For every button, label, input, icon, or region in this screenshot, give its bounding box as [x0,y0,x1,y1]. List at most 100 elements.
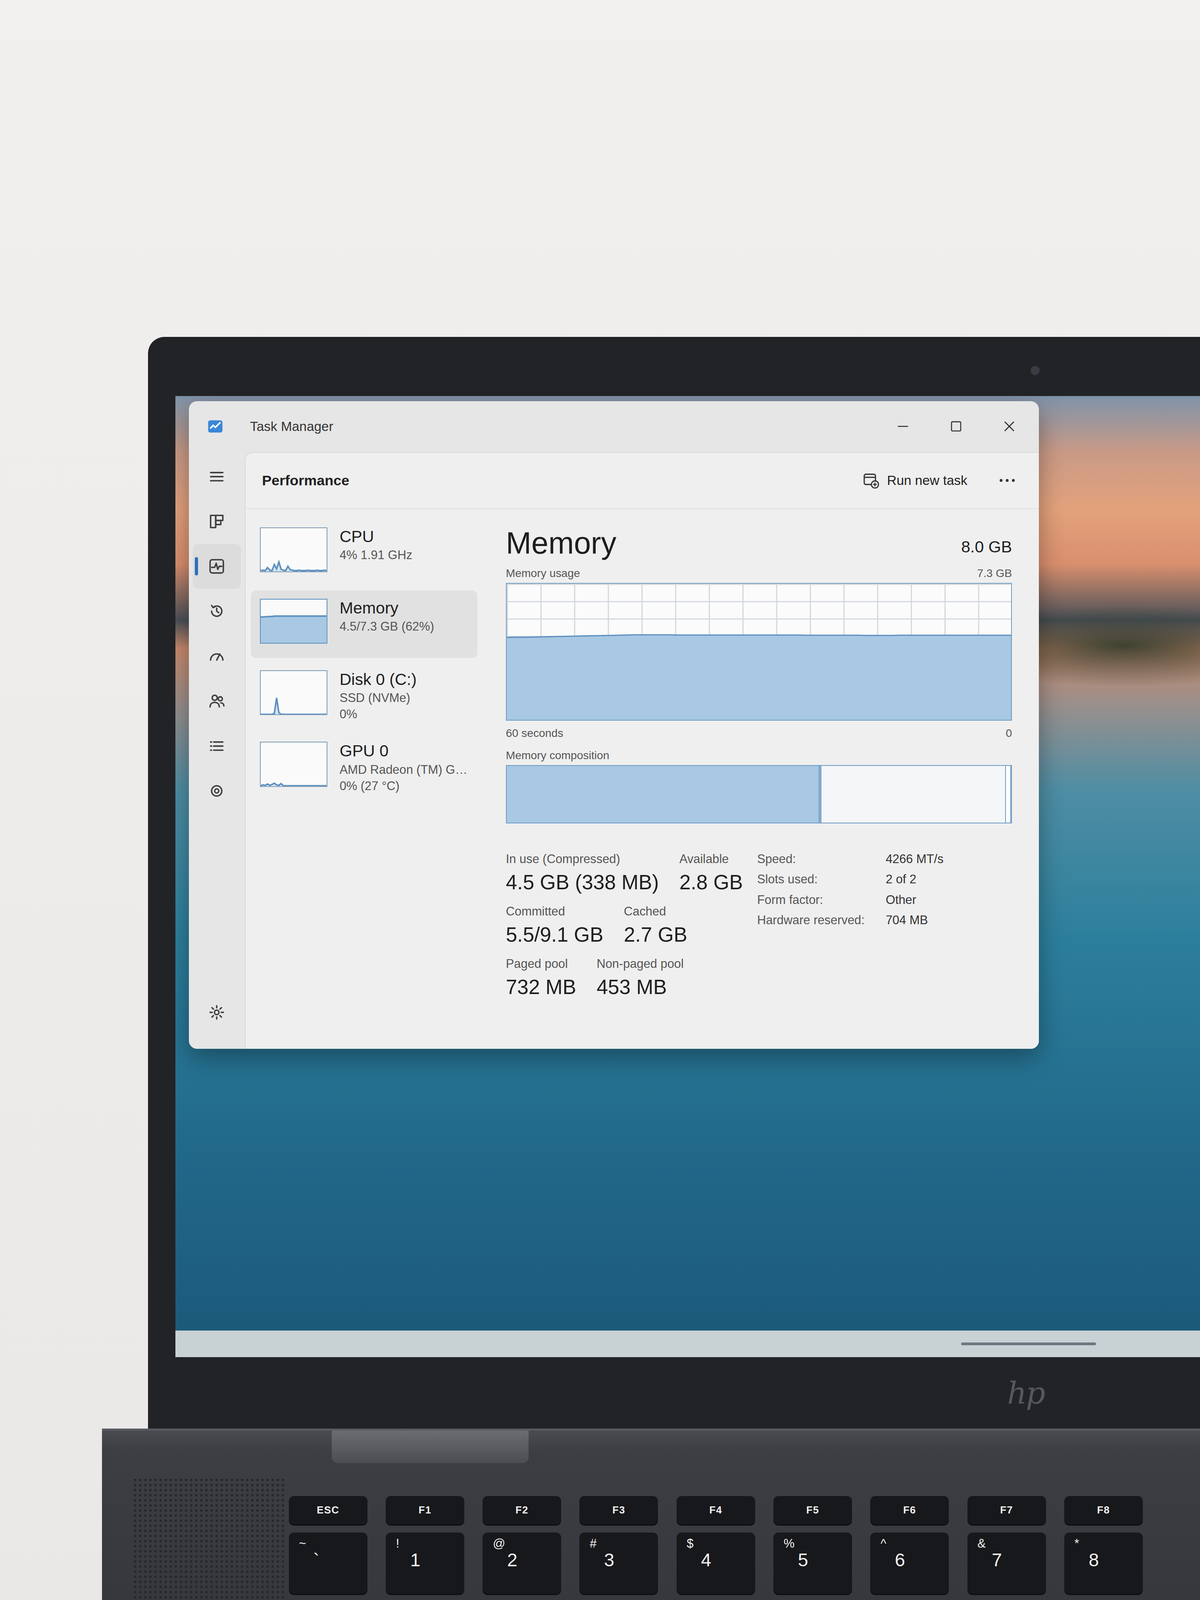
usage-line [506,634,1012,638]
number-key[interactable]: #3 [579,1532,658,1594]
resource-item[interactable]: GPU 0AMD Radeon (TM) G…0% (27 °C) [250,733,478,802]
number-key[interactable]: @2 [482,1532,562,1594]
number-key[interactable]: %5 [773,1532,852,1594]
memory-usage-chart [505,582,1012,721]
number-key[interactable]: *8 [1064,1532,1143,1594]
function-key[interactable]: F8 [1064,1496,1143,1525]
stat: Committed5.5/9.1 GB [505,904,604,947]
nav-item[interactable] [192,544,241,589]
screen: Task ManagerPerformanceRun new task CPU4%… [175,396,1200,1358]
composition-segment [506,765,820,823]
nav-item[interactable] [192,723,241,769]
sparkline-chart [259,741,328,787]
resource-detail: AMD Radeon (TM) G… [339,762,468,777]
close-button[interactable] [998,415,1021,439]
nav-item[interactable] [192,678,241,724]
title-bar[interactable]: Task Manager [188,401,1039,453]
spec-label: Hardware reserved: [757,913,886,928]
menu-icon [207,467,226,486]
window-controls [891,415,1021,439]
gesture-handle [961,1342,1096,1346]
sparkline-line [260,615,327,617]
number-key[interactable]: ^6 [870,1532,949,1594]
function-key[interactable]: ESC [288,1496,368,1525]
page-header: PerformanceRun new task [245,452,1039,509]
desktop: Task ManagerPerformanceRun new task CPU4%… [175,396,1200,1331]
nav-item[interactable] [192,498,241,544]
usage-graph [506,583,1012,720]
webcam-icon [1030,365,1040,375]
run-task-icon [862,472,879,489]
time-axis-start: 60 seconds [505,726,564,740]
function-key[interactable]: F7 [967,1496,1047,1525]
usage-area [506,634,1012,720]
nav-rail [188,451,245,1049]
maximize-button[interactable] [944,415,968,439]
stat: Non-paged pool453 MB [596,956,684,999]
number-key[interactable]: &7 [967,1532,1047,1594]
function-key[interactable]: F1 [385,1496,465,1525]
more-button[interactable] [994,473,1021,488]
speaker-grille [132,1477,286,1600]
function-key[interactable]: F5 [773,1496,852,1525]
sparkline-chart [259,670,328,716]
chart-max: 7.3 GB [976,566,1012,580]
sparkline-chart [259,598,328,644]
close-icon [1003,420,1016,433]
number-key[interactable]: ~` [288,1532,368,1594]
function-key[interactable]: F2 [482,1496,562,1525]
resource-item[interactable]: CPU4% 1.91 GHz [250,519,478,587]
detail-title: Memory [505,525,617,561]
spec-label: Speed: [757,851,886,867]
resource-detail: 4% 1.91 GHz [339,548,413,563]
sparkline-chart [259,527,328,573]
selection-indicator [194,557,199,576]
sparkline-area [260,615,327,643]
resource-list: CPU4% 1.91 GHzMemory4.5/7.3 GB (62%)Disk… [250,519,478,1049]
memory-total: 8.0 GB [961,537,1012,561]
memory-specs: Speed:4266 MT/sSlots used:2 of 2Form fac… [757,851,944,999]
number-key[interactable]: !1 [385,1532,465,1594]
spec-value: 2 of 2 [885,872,944,887]
minimize-button[interactable] [891,415,915,439]
nav-item[interactable] [192,989,241,1035]
composition-segment [1005,765,1012,823]
history-icon [207,601,226,621]
sparkline-line [260,697,327,714]
spec-value: Other [885,892,944,908]
nav-item[interactable] [192,588,241,634]
sparkline-line [260,783,327,787]
resource-item[interactable]: Disk 0 (C:)SSD (NVMe)0% [250,661,478,730]
details-icon [207,736,226,756]
number-key[interactable]: $4 [676,1532,756,1594]
laptop-lid: Task ManagerPerformanceRun new task CPU4%… [148,336,1200,1429]
minimize-icon [896,420,910,433]
task-manager-window[interactable]: Task ManagerPerformanceRun new task CPU4%… [188,401,1039,1050]
nav-item[interactable] [192,768,241,814]
resource-name: Disk 0 (C:) [339,670,417,689]
spec-value: 704 MB [885,913,944,928]
composition-label: Memory composition [505,748,610,762]
resource-item[interactable]: Memory4.5/7.3 GB (62%) [250,590,478,658]
memory-detail: Memory8.0 GBMemory usage7.3 GB60 seconds… [505,519,1012,1049]
maximize-icon [950,420,963,433]
function-key[interactable]: F6 [870,1496,949,1525]
function-key[interactable]: F3 [579,1496,658,1525]
sparkline-area [260,561,327,572]
nav-item[interactable] [192,453,241,499]
taskbar [175,1330,1200,1358]
keyboard-deck: ESC F1 F2 F3 F4 F5 F6 F7 F8 ~` !1 @2 #3 $4 %5 ^6&7 *8 [101,1428,1200,1600]
keyboard: ESC F1 F2 F3 F4 F5 F6 F7 F8 ~` !1 @2 #3 $4 %5 ^6&7 *8 [288,1477,1143,1600]
task-manager-icon [207,418,224,435]
resource-name: GPU 0 [339,741,468,761]
nav-item[interactable] [192,633,241,679]
brand-logo: hp [1007,1375,1045,1411]
function-key[interactable]: F4 [676,1496,756,1525]
run-new-task-button[interactable]: Run new task [856,468,974,493]
photo-scene: Task ManagerPerformanceRun new task CPU4%… [0,0,1200,1600]
sparkline-area [260,783,327,787]
services-icon [207,781,226,800]
stat: Cached2.7 GB [623,904,688,947]
stat: In use (Compressed)4.5 GB (338 MB) [505,851,660,895]
spec-label: Slots used: [757,872,886,887]
